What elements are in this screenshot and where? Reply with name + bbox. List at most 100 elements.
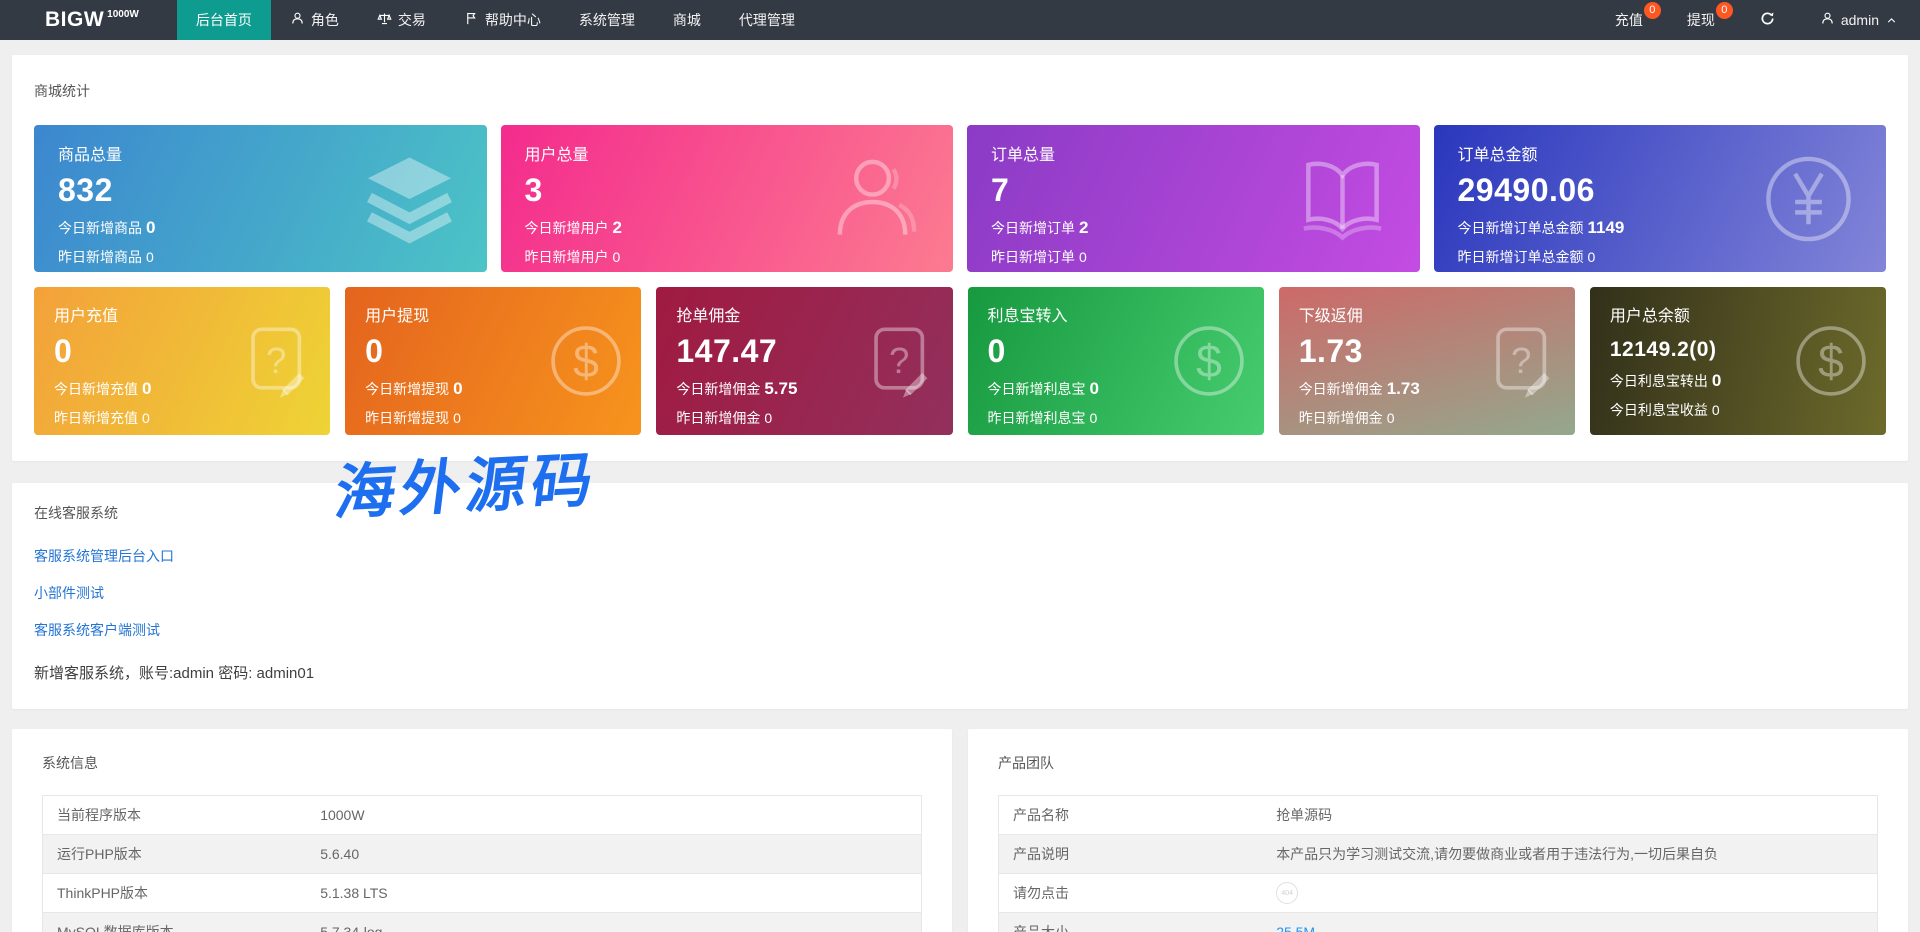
doc-question-icon: ?	[236, 322, 314, 400]
stat-card-user-withdraw: 用户提现 0 今日新增提现 0 昨日新增提现 0 $	[345, 287, 642, 435]
table-row: ThinkPHP版本 5.1.38 LTS	[42, 873, 922, 913]
nav-label: 交易	[397, 12, 426, 28]
svg-text:$: $	[1818, 335, 1844, 387]
svg-text:?: ?	[889, 340, 909, 381]
nav-item-agent[interactable]: 代理管理	[720, 0, 814, 40]
navbar-right: 充值 0 提现 0 admin	[1593, 0, 1920, 40]
product-panel-title: 产品团队	[998, 755, 1054, 771]
online-service-panel: 在线客服系统 客服系统管理后台入口 小部件测试 客服系统客户端测试 新增客服系统…	[12, 483, 1908, 709]
layers-icon	[362, 151, 457, 246]
withdraw-label: 提现	[1686, 12, 1715, 28]
product-team-table: 产品名称 抢单源码 产品说明 本产品只为学习测试交流,请勿要做商业或者用于违法行…	[998, 795, 1878, 932]
svg-text:$: $	[1196, 335, 1222, 387]
row-label: 产品大小	[998, 912, 1263, 932]
recharge-button[interactable]: 充值 0	[1593, 0, 1665, 40]
book-icon	[1295, 151, 1390, 246]
product-size-link[interactable]: 25.5M	[1276, 924, 1315, 932]
service-admin-entry-link[interactable]: 客服系统管理后台入口	[34, 546, 1886, 566]
card-line2: 昨日新增利息宝 0	[987, 410, 1098, 426]
logo-text: BIGW	[45, 8, 105, 31]
card-line2: 昨日新增订单 0	[991, 249, 1087, 265]
card-line2: 昨日新增提现 0	[365, 410, 461, 426]
bottom-panels: 系统信息 当前程序版本 1000W 运行PHP版本 5.6.40 ThinkPH…	[12, 729, 1908, 932]
main-menu: 后台首页 角色 交易 帮助中心 系统管理 商城 代理管理	[176, 0, 814, 40]
service-panel-title: 在线客服系统	[34, 505, 118, 521]
person-icon	[1820, 11, 1835, 29]
dollar-circle-icon: $	[1792, 322, 1870, 400]
card-line2: 昨日新增充值 0	[54, 410, 150, 426]
card-line2: 昨日新增佣金 0	[1298, 410, 1395, 426]
withdraw-badge: 0	[1715, 2, 1733, 19]
small-stat-cards: 用户充值 0 今日新增充值 0 昨日新增充值 0 ? 用户提现 0 今日新增提现 0 …	[34, 287, 1887, 435]
stat-card-orders-total: 订单总量 7 今日新增订单 2 昨日新增订单 0	[967, 125, 1420, 272]
card-line2: 昨日新增用户 0	[524, 249, 621, 265]
service-client-test-link[interactable]: 客服系统客户端测试	[34, 620, 1886, 640]
row-label: MySQL数据库版本	[42, 912, 307, 932]
stat-card-user-balance: 用户总余额 12149.2(0) 今日利息宝转出 0 今日利息宝收益 0 $	[1589, 287, 1887, 435]
svg-text:?: ?	[1511, 340, 1531, 381]
row-value: 5.6.40	[306, 834, 922, 874]
user-menu[interactable]: admin	[1798, 0, 1920, 40]
row-label: 产品说明	[998, 834, 1263, 874]
flag-icon	[464, 11, 479, 29]
table-row: 产品说明 本产品只为学习测试交流,请勿要做商业或者用于违法行为,一切后果自负	[998, 834, 1878, 874]
card-line2: 昨日新增商品 0	[58, 249, 154, 265]
system-panel-title: 系统信息	[42, 755, 98, 771]
stat-card-order-commission: 抢单佣金 147.47 今日新增佣金 5.75 昨日新增佣金 0 ?	[656, 287, 953, 435]
dollar-circle-icon: $	[547, 322, 625, 400]
nav-label: 系统管理	[578, 12, 635, 28]
scales-icon	[377, 11, 392, 29]
card-line2: 昨日新增佣金 0	[676, 410, 773, 426]
svg-text:$: $	[573, 335, 599, 387]
stat-card-order-amount: 订单总金额 29490.06 今日新增订单总金额 1149 昨日新增订单总金额 0	[1433, 125, 1886, 272]
nav-item-mall[interactable]: 商城	[654, 0, 720, 40]
dollar-circle-icon: $	[1170, 322, 1248, 400]
nav-item-help[interactable]: 帮助中心	[445, 0, 560, 40]
row-label: 产品名称	[1013, 807, 1069, 823]
username: admin	[1840, 12, 1879, 28]
doc-question-icon: ?	[1481, 322, 1559, 400]
nav-item-system[interactable]: 系统管理	[560, 0, 654, 40]
svg-text:?: ?	[266, 340, 286, 381]
stat-card-user-recharge: 用户充值 0 今日新增充值 0 昨日新增充值 0 ?	[34, 287, 331, 435]
table-row: 产品大小 25.5M	[998, 912, 1878, 932]
row-value: 25.5M	[1262, 912, 1878, 932]
stat-card-interest-in: 利息宝转入 0 今日新增利息宝 0 昨日新增利息宝 0 $	[967, 287, 1264, 435]
table-row: 运行PHP版本 5.6.40	[42, 834, 922, 874]
nav-item-trade[interactable]: 交易	[358, 0, 445, 40]
table-row: 请勿点击 404	[998, 873, 1878, 913]
nav-label: 帮助中心	[484, 12, 541, 28]
nav-label: 后台首页	[195, 12, 252, 28]
product-team-panel: 产品团队 产品名称 抢单源码 产品说明 本产品只为学习测试交流,请勿要做商业或者…	[968, 729, 1908, 932]
system-info-table: 当前程序版本 1000W 运行PHP版本 5.6.40 ThinkPHP版本 5…	[42, 795, 922, 932]
row-value: 本产品只为学习测试交流,请勿要做商业或者用于违法行为,一切后果自负	[1262, 834, 1878, 874]
yen-circle-icon	[1761, 151, 1856, 246]
row-value: 404	[1262, 873, 1878, 913]
big-stat-cards: 商品总量 832 今日新增商品 0 昨日新增商品 0 用户总量 3 今日新增用户 2 …	[34, 125, 1886, 272]
nav-item-home[interactable]: 后台首页	[176, 0, 271, 40]
stats-panel-title: 商城统计	[34, 83, 90, 99]
refresh-button[interactable]	[1737, 0, 1798, 40]
logo-version: 1000W	[107, 8, 139, 20]
chevron-up-icon	[1887, 17, 1896, 23]
row-value: 5.1.38 LTS	[306, 873, 922, 913]
row-label: ThinkPHP版本	[42, 873, 307, 913]
table-row: 产品名称 抢单源码	[999, 796, 1878, 835]
nav-label: 商城	[672, 12, 701, 28]
row-value: 1000W	[320, 807, 365, 823]
card-line2: 今日利息宝收益 0	[1609, 402, 1720, 418]
card-line2: 昨日新增订单总金额 0	[1457, 249, 1596, 265]
table-row: MySQL数据库版本 5.7.34-log	[42, 912, 922, 932]
mall-stats-panel: 商城统计 商品总量 832 今日新增商品 0 昨日新增商品 0 用户总量 3 今日新…	[12, 55, 1908, 461]
nav-item-roles[interactable]: 角色	[271, 0, 358, 40]
widget-test-link[interactable]: 小部件测试	[34, 583, 1886, 603]
row-label: 运行PHP版本	[42, 834, 307, 874]
app-logo: BIGW 1000W	[0, 0, 177, 40]
stat-card-users-total: 用户总量 3 今日新增用户 2 昨日新增用户 0	[500, 125, 953, 272]
withdraw-button[interactable]: 提现 0	[1665, 0, 1737, 40]
recharge-label: 充值	[1614, 12, 1643, 28]
stat-card-goods-total: 商品总量 832 今日新增商品 0 昨日新增商品 0	[34, 125, 487, 272]
top-navbar: BIGW 1000W 后台首页 角色 交易 帮助中心 系统管理 商城 代理管理	[0, 0, 1920, 40]
row-label: 请勿点击	[998, 873, 1263, 913]
person-icon	[290, 11, 305, 29]
